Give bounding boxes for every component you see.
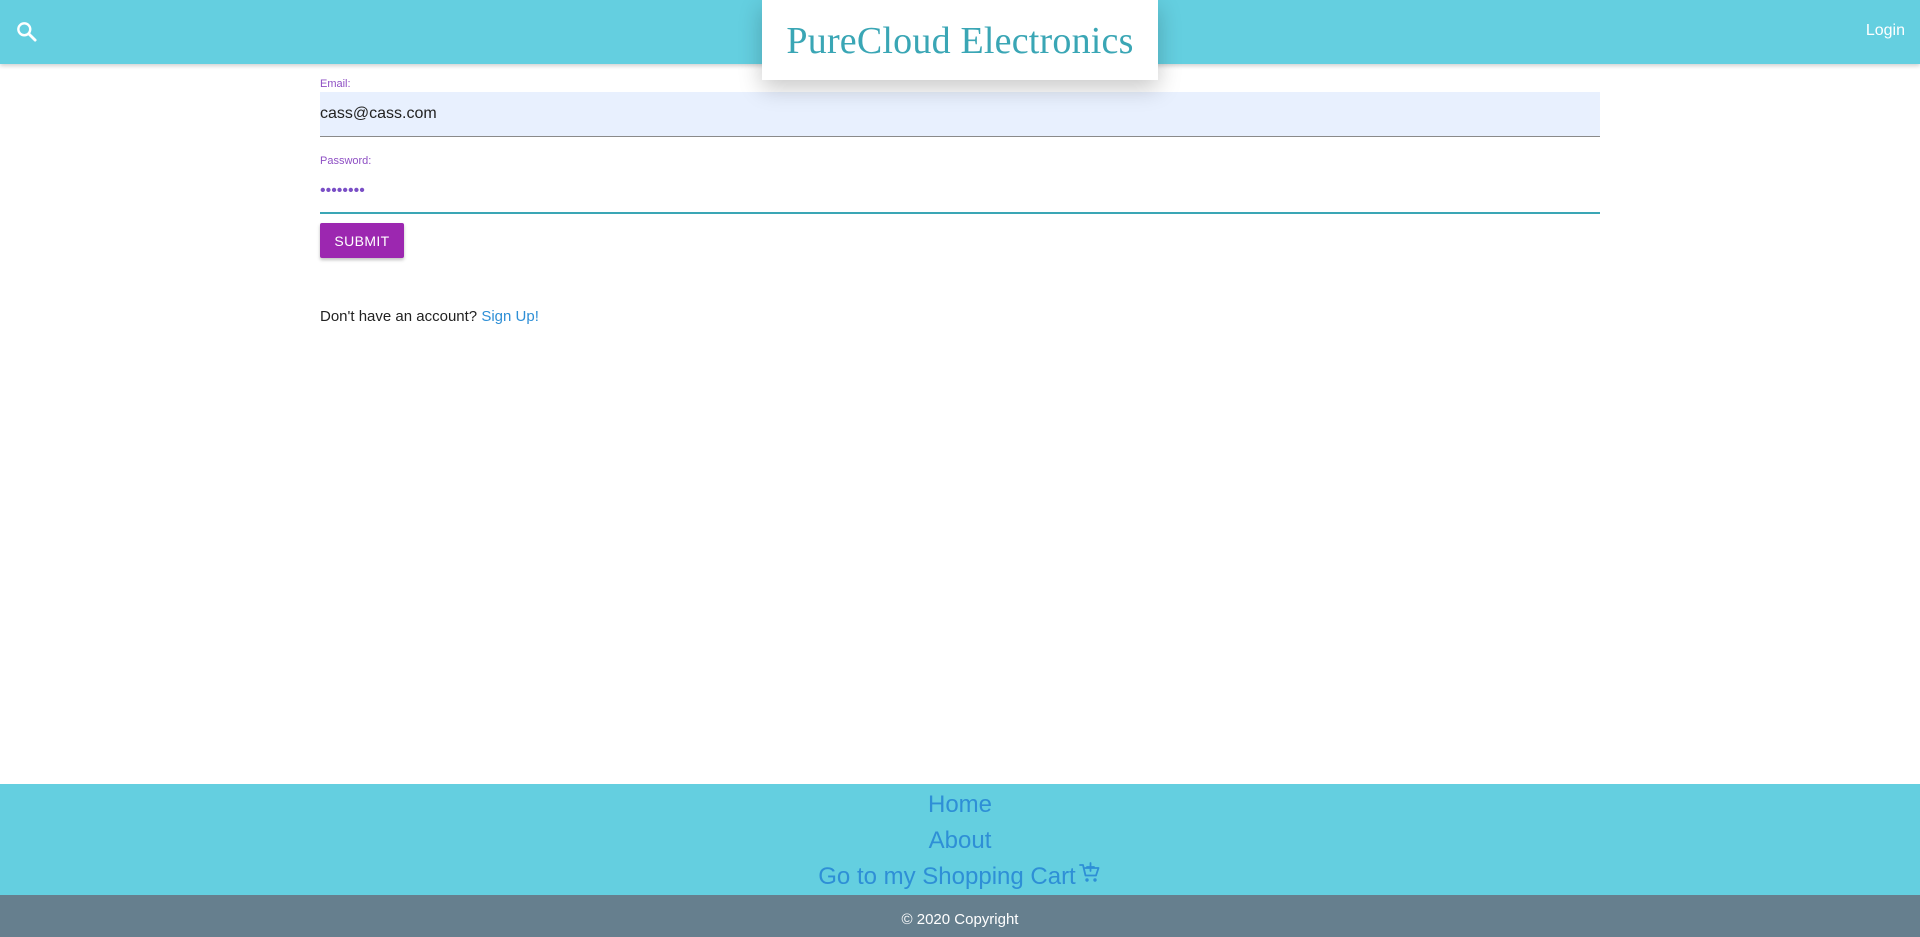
search-icon[interactable] xyxy=(14,19,40,45)
login-form: Email: Password: SUBMIT xyxy=(320,76,1600,258)
signup-link[interactable]: Sign Up! xyxy=(481,308,539,325)
copyright-bar: © 2020 Copyright xyxy=(0,895,1920,937)
password-label: Password: xyxy=(320,155,372,167)
logo[interactable]: PureCloud Electronics xyxy=(762,0,1158,80)
footer-link-cart[interactable]: Go to my Shopping Cart xyxy=(0,859,1920,895)
password-field[interactable] xyxy=(320,169,1600,214)
footer-nav: Home About Go to my Shopping Cart xyxy=(0,784,1920,895)
signup-prompt-text: Don't have an account? xyxy=(320,308,478,325)
footer-link-home[interactable]: Home xyxy=(0,787,1920,823)
login-link[interactable]: Login xyxy=(1866,22,1905,40)
logo-text: PureCloud Electronics xyxy=(786,20,1134,62)
email-field[interactable] xyxy=(320,92,1600,137)
signup-prompt: Don't have an account? Sign Up! xyxy=(320,308,539,325)
footer-link-about[interactable]: About xyxy=(0,823,1920,859)
submit-button[interactable]: SUBMIT xyxy=(320,223,404,258)
copyright-text: © 2020 Copyright xyxy=(901,911,1019,928)
shopping-cart-icon xyxy=(1078,860,1102,884)
footer-link-cart-label: Go to my Shopping Cart xyxy=(818,863,1076,890)
